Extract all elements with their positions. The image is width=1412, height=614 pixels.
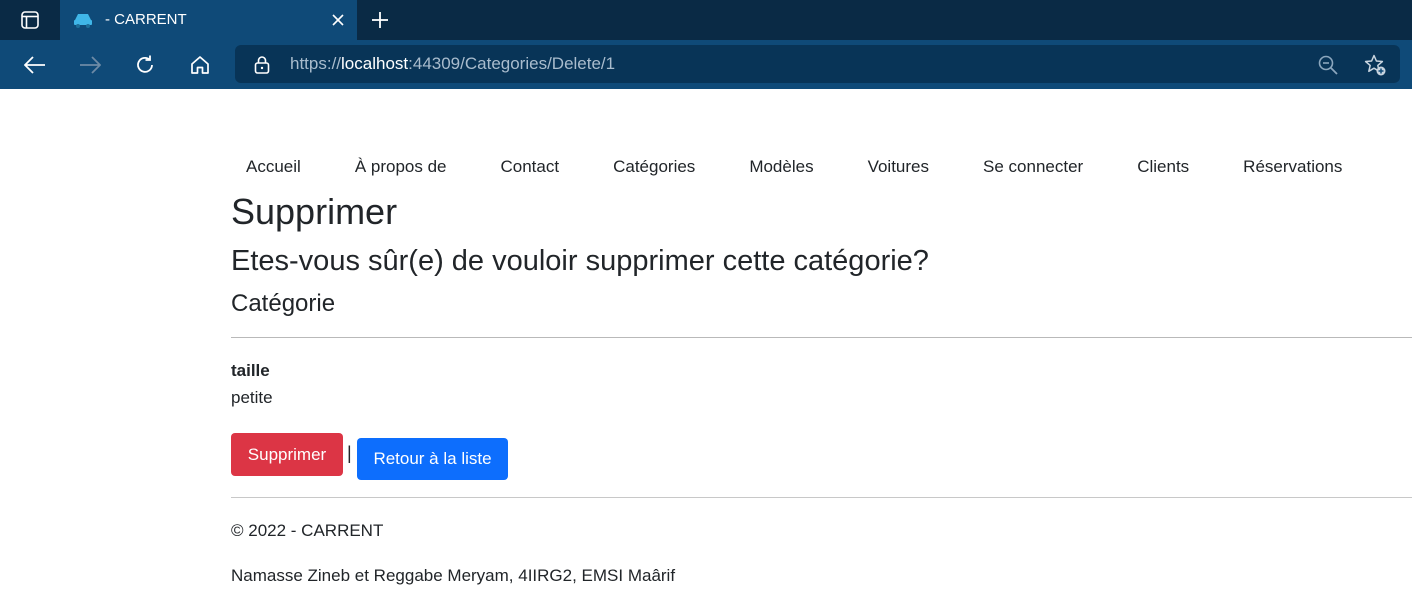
browser-toolbar: https://localhost:44309/Categories/Delet… [0,40,1412,89]
nav-item-modeles[interactable]: Modèles [722,152,840,182]
tab-actions-icon [21,11,39,29]
separator-text: | [347,443,352,463]
zoom-out-icon[interactable] [1317,54,1339,76]
close-tab-button[interactable] [328,10,348,30]
url-text: https://localhost:44309/Categories/Delet… [290,53,615,75]
main-nav: Accueil À propos de Contact Catégories M… [219,152,1369,182]
refresh-icon [137,55,153,73]
address-bar[interactable]: https://localhost:44309/Categories/Delet… [235,45,1400,83]
footer-divider [231,497,1412,498]
nav-item-accueil[interactable]: Accueil [219,152,328,182]
tab-title: - CARRENT [105,11,187,28]
nav-item-a-propos[interactable]: À propos de [328,152,474,182]
url-host: localhost [341,54,409,73]
close-icon [332,14,344,26]
nav-item-se-connecter[interactable]: Se connecter [956,152,1110,182]
field-label: taille [231,361,270,380]
lock-icon [254,56,270,74]
plus-icon [372,12,388,28]
field-value: petite [231,388,273,407]
footer-copyright: © 2022 - CARRENT [231,521,384,540]
page-title: Supprimer [231,191,398,232]
nav-item-voitures[interactable]: Voitures [841,152,956,182]
add-favorite-icon[interactable] [1363,53,1387,77]
entity-heading: Catégorie [231,290,336,317]
url-path: :44309/Categories/Delete/1 [408,54,616,73]
nav-item-reservations[interactable]: Réservations [1216,152,1369,182]
confirm-question: Etes-vous sûr(e) de vouloir supprimer ce… [231,245,929,277]
nav-item-contact[interactable]: Contact [474,152,587,182]
nav-item-clients[interactable]: Clients [1110,152,1216,182]
refresh-button[interactable] [130,50,160,80]
back-button[interactable] [20,50,50,80]
car-favicon-icon [74,14,92,28]
forward-button[interactable] [75,50,105,80]
home-button[interactable] [185,50,215,80]
arrow-left-icon [24,56,45,74]
back-to-list-button[interactable]: Retour à la liste [357,438,508,480]
home-icon [191,56,209,74]
nav-item-categories[interactable]: Catégories [586,152,722,182]
browser-tab[interactable]: - CARRENT [60,0,357,40]
browser-tab-bar: - CARRENT [0,0,1412,40]
footer-authors: Namasse Zineb et Reggabe Meryam, 4IIRG2,… [231,566,676,585]
arrow-right-icon [80,56,101,74]
tab-actions-button[interactable] [0,0,60,40]
new-tab-button[interactable] [368,8,392,32]
delete-button[interactable]: Supprimer [231,433,343,476]
url-scheme: https:// [290,54,342,73]
divider [231,337,1412,338]
